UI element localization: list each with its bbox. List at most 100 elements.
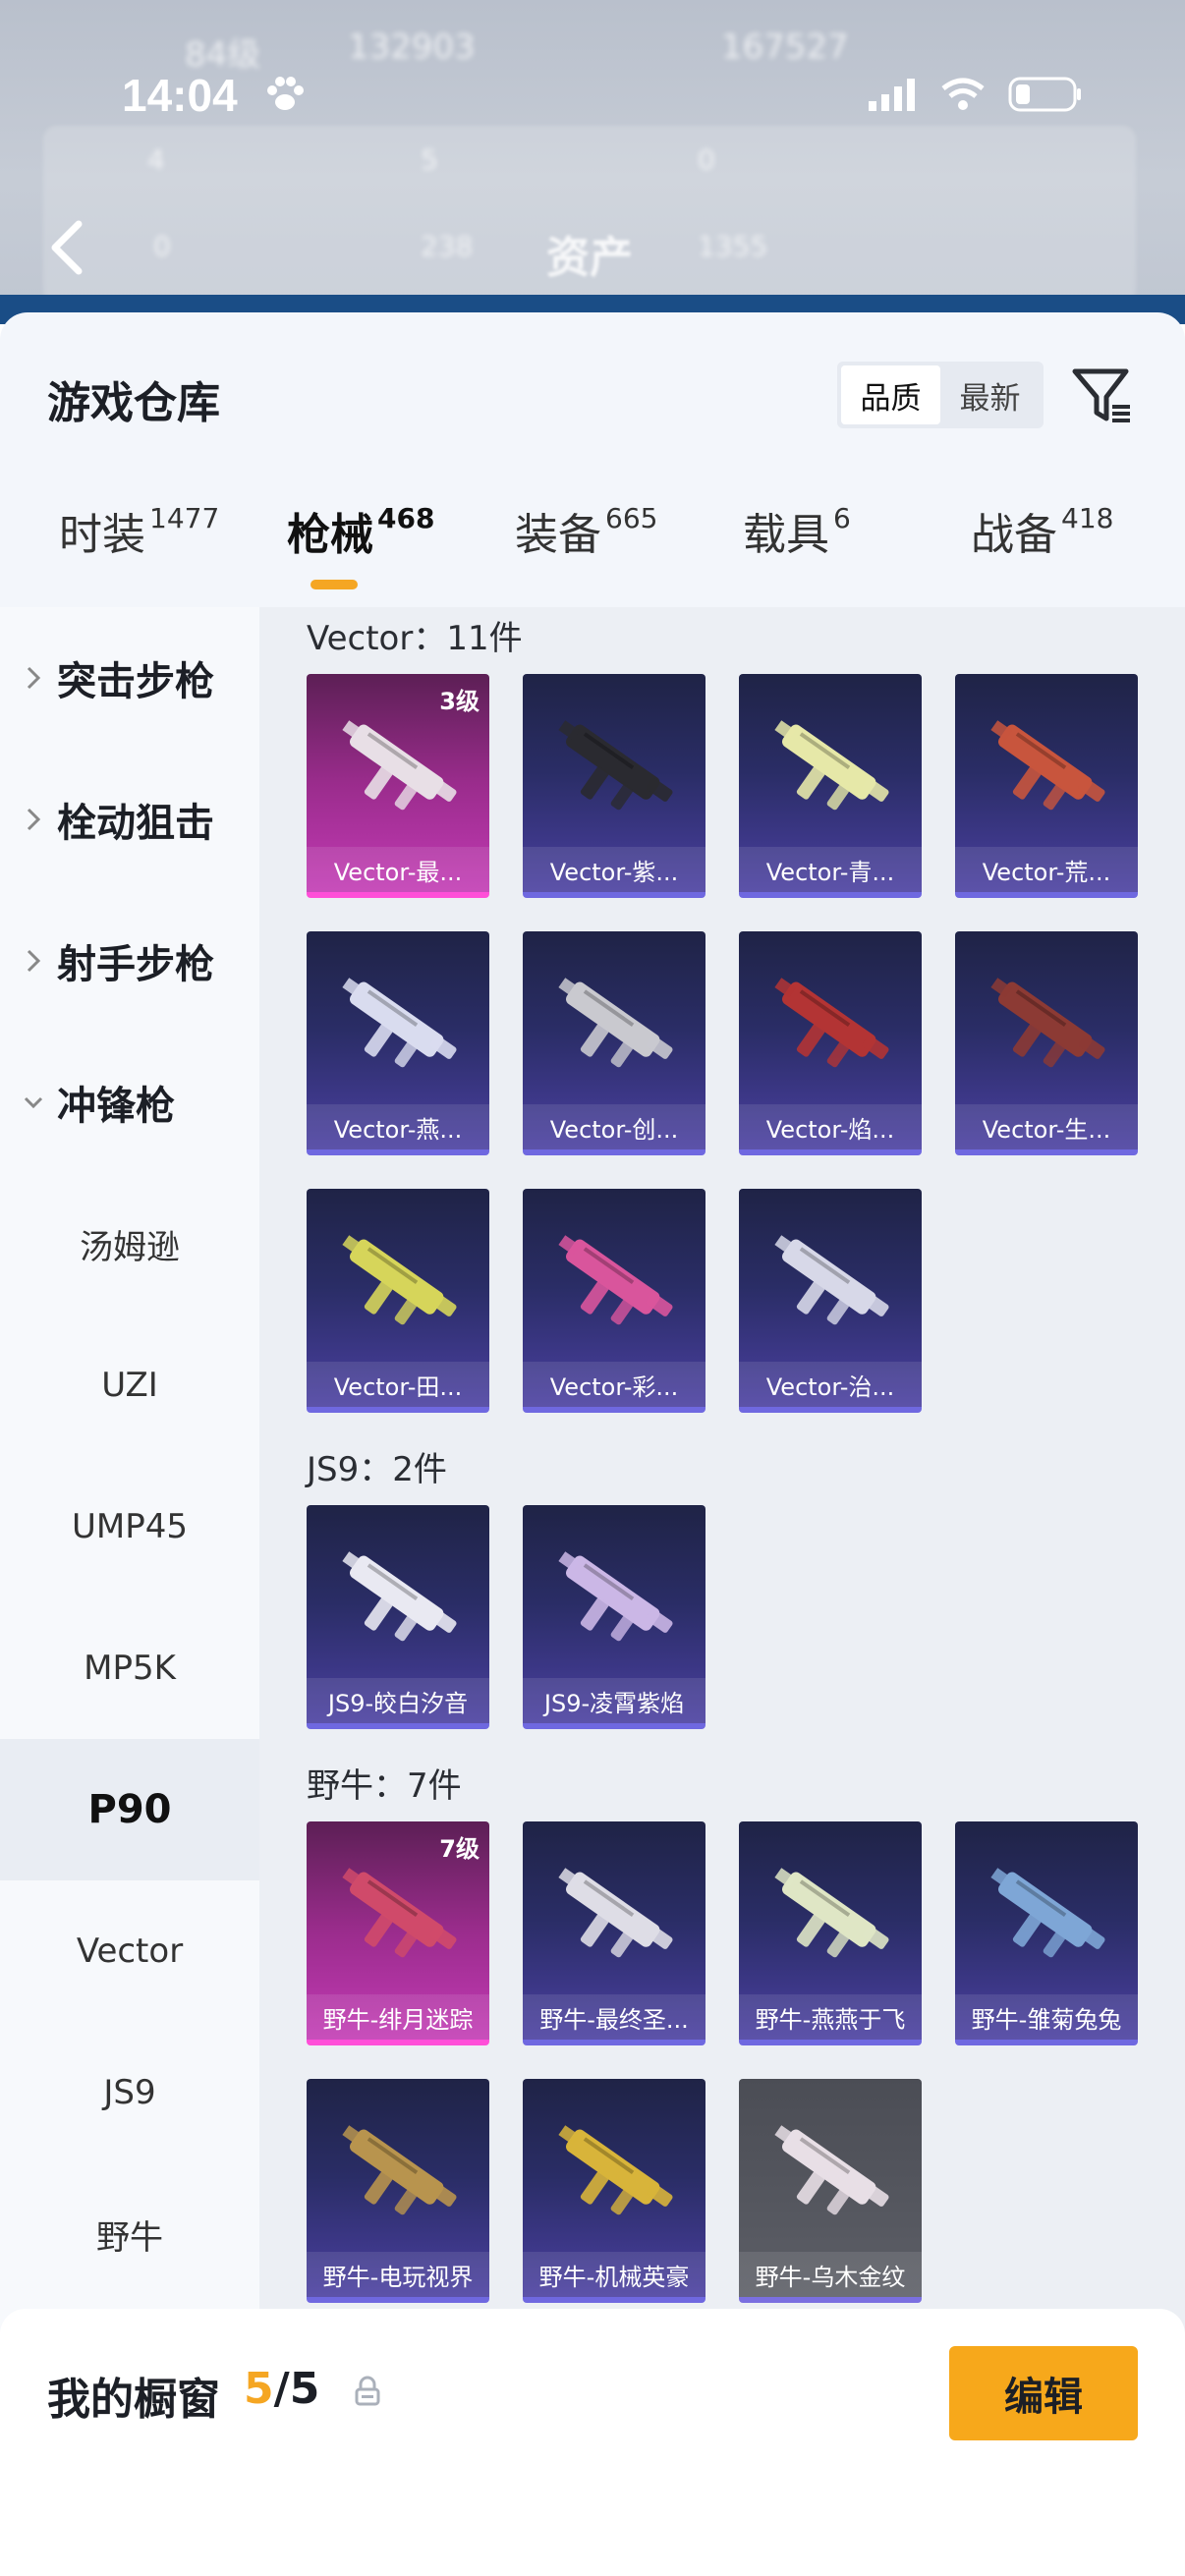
- weapon-name: 野牛-乌木金纹: [739, 2252, 922, 2297]
- weapon-card[interactable]: 3级 Vector-最...: [307, 674, 489, 898]
- weapon-card[interactable]: 野牛-机械英豪: [523, 2079, 705, 2303]
- weapon-image: [558, 1235, 673, 1325]
- weapon-name: 野牛-机械英豪: [523, 2252, 705, 2297]
- weapon-name: Vector-燕...: [307, 1104, 489, 1149]
- battery-icon: [1008, 77, 1081, 112]
- weapon-name: 野牛-最终圣...: [523, 1994, 705, 2040]
- chevron-right-icon: [27, 808, 41, 831]
- nav-item-ump45[interactable]: UMP45: [0, 1456, 259, 1597]
- back-arrow-icon[interactable]: [47, 218, 86, 277]
- weapon-name: 野牛-燕燕于飞: [739, 1994, 922, 2040]
- nav-item-uzi[interactable]: UZI: [0, 1315, 259, 1456]
- weapon-card[interactable]: 野牛-电玩视界: [307, 2079, 489, 2303]
- weapon-card[interactable]: Vector-紫...: [523, 674, 705, 898]
- weapon-image: [774, 1868, 889, 1958]
- weapon-card[interactable]: 野牛-最终圣...: [523, 1821, 705, 2045]
- nav-item-p90[interactable]: P90: [0, 1739, 259, 1880]
- weapon-card[interactable]: 7级 野牛-绯月迷踪: [307, 1821, 489, 2045]
- blurred-stat: 0: [153, 230, 171, 262]
- tab-vehicles[interactable]: 载具 6: [743, 499, 851, 562]
- weapon-card[interactable]: JS9-皎白汐音: [307, 1505, 489, 1729]
- weapon-grid: Vector：11件 3级 Vector-最... Vector-紫... Vector…: [259, 607, 1185, 2576]
- tab-guns[interactable]: 枪械 468: [287, 499, 434, 562]
- nav-item-thompson[interactable]: 汤姆逊: [0, 1173, 259, 1315]
- weapon-card[interactable]: 野牛-雏菊兔兔: [955, 1821, 1138, 2045]
- weapon-image: [558, 1868, 673, 1958]
- sort-toggle: 品质 最新: [837, 362, 1044, 428]
- section-heading: JS9：2件: [307, 1450, 447, 1489]
- blurred-stat: 5: [421, 143, 438, 176]
- blurred-score-a: 132903: [348, 28, 476, 67]
- weapon-image: [774, 1235, 889, 1325]
- weapon-image: [774, 978, 889, 1068]
- active-tab-indicator: [310, 580, 358, 589]
- nav-assault-rifle[interactable]: 突击步枪: [0, 607, 259, 749]
- weapon-name: Vector-荒...: [955, 847, 1138, 892]
- nav-item-vector[interactable]: Vector: [0, 1880, 259, 2022]
- wifi-icon: [941, 78, 985, 110]
- nav-item-mp5k[interactable]: MP5K: [0, 1597, 259, 1739]
- weapon-card[interactable]: Vector-荒...: [955, 674, 1138, 898]
- weapon-image: [774, 720, 889, 811]
- nav-bolt-sniper[interactable]: 栓动狙击: [0, 749, 259, 890]
- background-header: 84级 132903 167527 4 5 0 0 238 1355 14:04…: [0, 0, 1185, 324]
- weapon-card[interactable]: Vector-焰...: [739, 931, 922, 1155]
- chevron-right-icon: [27, 666, 41, 690]
- weapon-card[interactable]: Vector-治...: [739, 1189, 922, 1413]
- weapon-image: [342, 2125, 457, 2215]
- tab-fashion[interactable]: 时装 1477: [59, 499, 219, 562]
- weapon-name: Vector-紫...: [523, 847, 705, 892]
- lock-icon: [355, 2376, 380, 2406]
- weapon-image: [342, 1551, 457, 1642]
- weapon-name: Vector-创...: [523, 1104, 705, 1149]
- weapon-card[interactable]: Vector-彩...: [523, 1189, 705, 1413]
- weapon-image: [558, 1551, 673, 1642]
- weapon-name: JS9-皎白汐音: [307, 1678, 489, 1723]
- weapon-image: [342, 1235, 457, 1325]
- filter-icon[interactable]: [1069, 362, 1136, 428]
- edit-button[interactable]: 编辑: [949, 2346, 1138, 2440]
- tab-equipment[interactable]: 装备 665: [515, 499, 657, 562]
- weapon-name: Vector-生...: [955, 1104, 1138, 1149]
- chevron-down-icon: [24, 1096, 43, 1109]
- nav-item-bizon[interactable]: 野牛: [0, 2163, 259, 2305]
- weapon-type-nav: 突击步枪 栓动狙击 射手步枪 冲锋枪 汤姆逊 UZI UMP45 MP5K P9…: [0, 607, 259, 2576]
- showcase-bar: 我的橱窗 5/5 编辑: [0, 2309, 1185, 2576]
- weapon-image: [558, 720, 673, 811]
- weapon-image: [558, 2125, 673, 2215]
- showcase-count-max: /5: [273, 2364, 320, 2414]
- weapon-image: [990, 978, 1105, 1068]
- chevron-right-icon: [27, 949, 41, 973]
- sort-quality-option[interactable]: 品质: [841, 365, 940, 424]
- weapon-card[interactable]: Vector-生...: [955, 931, 1138, 1155]
- weapon-name: Vector-最...: [307, 847, 489, 892]
- nav-item-js9[interactable]: JS9: [0, 2022, 259, 2163]
- weapon-level: 3级: [439, 688, 480, 715]
- weapon-card[interactable]: Vector-燕...: [307, 931, 489, 1155]
- tab-supplies[interactable]: 战备 418: [971, 499, 1113, 562]
- nav-marksman-rifle[interactable]: 射手步枪: [0, 890, 259, 1032]
- section-heading: Vector：11件: [307, 619, 523, 658]
- weapon-card[interactable]: JS9-凌霄紫焰: [523, 1505, 705, 1729]
- weapon-card[interactable]: Vector-田...: [307, 1189, 489, 1413]
- blurred-stat: 0: [698, 143, 715, 176]
- weapon-card[interactable]: 野牛-燕燕于飞: [739, 1821, 922, 2045]
- signal-icon: [869, 79, 915, 111]
- weapon-image: [990, 720, 1105, 811]
- weapon-name: Vector-田...: [307, 1362, 489, 1407]
- weapon-image: [342, 978, 457, 1068]
- showcase-title: 我的橱窗: [47, 2375, 220, 2425]
- weapon-card[interactable]: Vector-创...: [523, 931, 705, 1155]
- weapon-card[interactable]: 野牛-乌木金纹: [739, 2079, 922, 2303]
- category-tabs: 时装 1477 枪械 468 装备 665 载具 6 战备 418: [0, 499, 1185, 607]
- weapon-image: [990, 1868, 1105, 1958]
- weapon-card[interactable]: Vector-青...: [739, 674, 922, 898]
- blurred-stat: 238: [421, 230, 474, 262]
- background-title: 资产: [546, 233, 633, 283]
- weapon-name: Vector-青...: [739, 847, 922, 892]
- nav-smg[interactable]: 冲锋枪: [0, 1032, 259, 1173]
- blurred-stat: 4: [147, 143, 165, 176]
- status-time: 14:04: [122, 70, 238, 121]
- weapon-name: 野牛-电玩视界: [307, 2252, 489, 2297]
- sort-newest-option[interactable]: 最新: [940, 365, 1040, 424]
